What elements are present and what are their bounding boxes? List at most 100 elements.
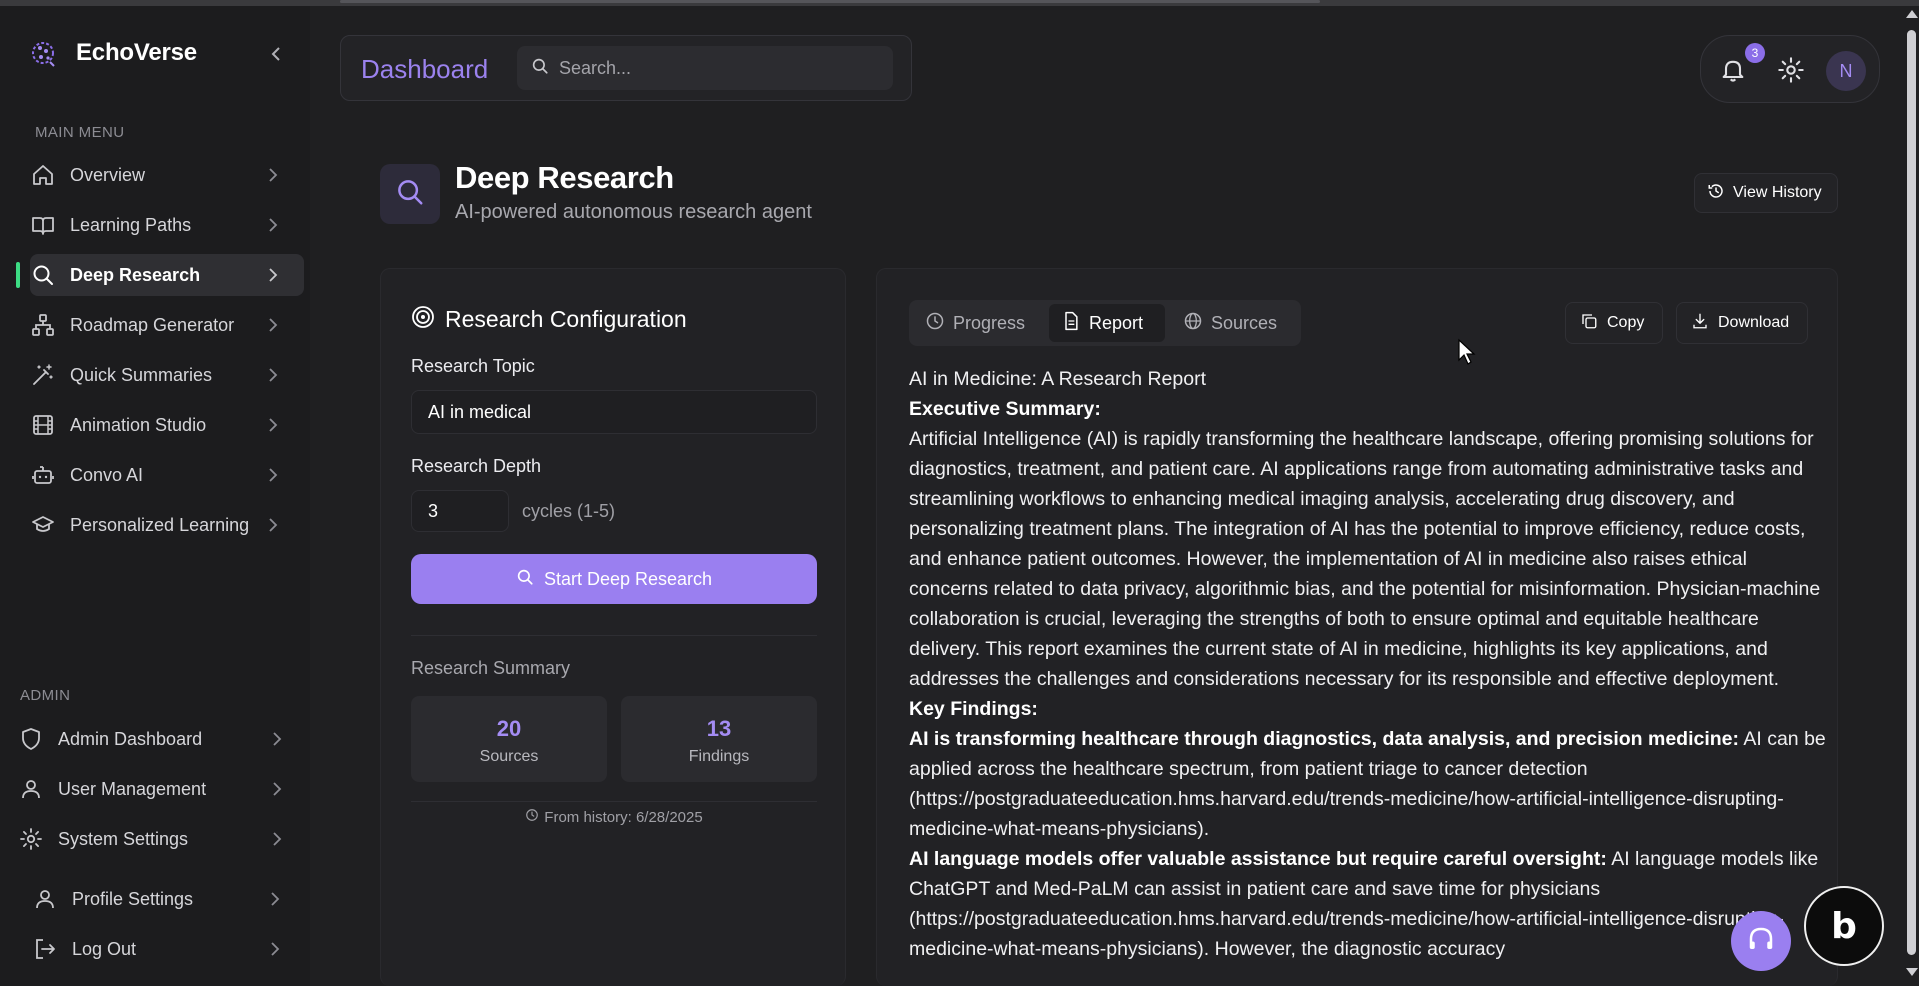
search-icon: [30, 262, 56, 288]
network-icon: [30, 312, 56, 338]
sidebar-item-personalized-learning[interactable]: Personalized Learning: [30, 504, 304, 546]
home-icon: [30, 162, 56, 188]
topic-label: Research Topic: [411, 356, 535, 376]
finding-item: AI language models offer valuable assist…: [909, 844, 1829, 964]
config-title: Research Configuration: [411, 305, 687, 334]
user-icon: [18, 776, 44, 802]
download-button[interactable]: Download: [1676, 302, 1808, 344]
research-topic-input[interactable]: AI in medical: [411, 390, 817, 434]
copy-label: Copy: [1607, 314, 1645, 331]
sidebar-item-user-management[interactable]: User Management: [18, 768, 308, 810]
findings-count: 13: [706, 716, 732, 741]
brand-name: EchoVerse: [76, 39, 197, 66]
sidebar-item-label: Animation Studio: [70, 414, 207, 435]
tab-progress[interactable]: Progress: [913, 304, 1041, 342]
avatar[interactable]: N: [1826, 51, 1866, 91]
bot-icon: [30, 462, 56, 488]
view-history-label: View History: [1733, 184, 1822, 201]
sidebar-item-label: Convo AI: [70, 464, 144, 485]
finding-title: AI is transforming healthcare through di…: [909, 728, 1740, 750]
bolt-badge[interactable]: b: [1804, 886, 1884, 966]
divider: [411, 801, 817, 802]
report-heading: AI in Medicine: A Research Report: [909, 368, 1206, 390]
scrollbar-thumb[interactable]: [1907, 30, 1916, 955]
bell-icon[interactable]: [1719, 56, 1747, 84]
shield-icon: [18, 726, 44, 752]
scroll-up-icon[interactable]: [1906, 10, 1918, 18]
copy-button[interactable]: Copy: [1565, 302, 1663, 344]
depth-label: Research Depth: [411, 456, 542, 476]
finding-title: AI language models offer valuable assist…: [909, 848, 1607, 870]
search-placeholder: Search...: [559, 57, 632, 78]
sidebar-item-learning-paths[interactable]: Learning Paths: [30, 204, 304, 246]
active-indicator: [16, 262, 20, 288]
sidebar-item-deep-research[interactable]: Deep Research: [16, 254, 304, 296]
finding-item: AI is transforming healthcare through di…: [909, 724, 1829, 844]
sidebar-item-profile-settings[interactable]: Profile Settings: [32, 878, 306, 920]
report-tabs: Progress Report Sources: [909, 300, 1301, 346]
header-title: Dashboard: [361, 54, 489, 84]
divider: [411, 635, 817, 636]
sidebar-item-animation-studio[interactable]: Animation Studio: [30, 404, 304, 446]
gear-icon[interactable]: [1777, 56, 1805, 84]
sidebar-item-overview[interactable]: Overview: [30, 154, 304, 196]
magic-wand-icon: [30, 362, 56, 388]
tab-sources[interactable]: Sources: [1171, 304, 1297, 342]
sidebar-item-roadmap-generator[interactable]: Roadmap Generator: [30, 304, 304, 346]
cycles-hint: cycles (1-5): [522, 501, 616, 521]
tab-label: Report: [1089, 312, 1144, 333]
sidebar-item-label: Quick Summaries: [70, 364, 213, 385]
sidebar-item-quick-summaries[interactable]: Quick Summaries: [30, 354, 304, 396]
chevron-right-icon: [266, 940, 284, 958]
bolt-logo-icon: b: [1831, 905, 1857, 947]
page-subtitle: AI-powered autonomous research agent: [455, 201, 812, 223]
view-history-button[interactable]: View History: [1694, 173, 1838, 213]
log-out-icon: [32, 936, 58, 962]
sidebar: EchoVerse MAIN MENU Overview Learning Pa…: [0, 6, 310, 986]
copy-icon: [1580, 312, 1598, 335]
chevron-right-icon: [266, 890, 284, 908]
scroll-down-icon[interactable]: [1906, 968, 1918, 976]
search-icon: [516, 568, 534, 591]
brand[interactable]: EchoVerse: [28, 36, 197, 70]
chevron-right-icon: [264, 266, 282, 284]
collapse-sidebar-icon[interactable]: [266, 44, 286, 64]
research-summary-label: Research Summary: [411, 658, 571, 678]
sidebar-item-log-out[interactable]: Log Out: [32, 928, 306, 970]
search-icon: [395, 177, 425, 212]
sidebar-item-label: Personalized Learning: [70, 514, 250, 535]
research-depth-input[interactable]: 3: [411, 490, 509, 532]
brain-logo-icon: [28, 36, 62, 70]
sidebar-item-label: Log Out: [72, 938, 137, 959]
search-input[interactable]: Search...: [517, 46, 893, 90]
sources-stat: 20 Sources: [411, 696, 607, 782]
film-icon: [30, 412, 56, 438]
findings-stat: 13 Findings: [621, 696, 817, 782]
header-tools: 3 N: [1700, 35, 1880, 103]
sidebar-item-label: Overview: [70, 164, 146, 185]
sidebar-item-admin-dashboard[interactable]: Admin Dashboard: [18, 718, 308, 760]
main-menu-label: MAIN MENU: [35, 124, 125, 141]
page-icon: [380, 164, 440, 224]
chevron-right-icon: [268, 830, 286, 848]
chevron-right-icon: [268, 780, 286, 798]
download-label: Download: [1718, 314, 1790, 331]
chevron-right-icon: [264, 516, 282, 534]
book-open-icon: [30, 212, 56, 238]
history-icon: [1707, 182, 1725, 205]
sidebar-item-label: Learning Paths: [70, 214, 192, 235]
target-icon: [411, 305, 435, 334]
exec-summary-text: Artificial Intelligence (AI) is rapidly …: [909, 428, 1821, 690]
mouse-cursor-icon: [1457, 338, 1477, 366]
support-button[interactable]: [1731, 911, 1791, 971]
start-deep-research-button[interactable]: Start Deep Research: [411, 554, 817, 604]
sidebar-item-system-settings[interactable]: System Settings: [18, 818, 308, 860]
history-note-text: From history: 6/28/2025: [544, 809, 703, 826]
sidebar-item-convo-ai[interactable]: Convo AI: [30, 454, 304, 496]
graduation-cap-icon: [30, 512, 56, 538]
sidebar-item-label: User Management: [58, 778, 207, 799]
chevron-right-icon: [268, 730, 286, 748]
document-icon: [1061, 311, 1081, 336]
download-icon: [1691, 312, 1709, 335]
tab-report[interactable]: Report: [1049, 304, 1165, 342]
